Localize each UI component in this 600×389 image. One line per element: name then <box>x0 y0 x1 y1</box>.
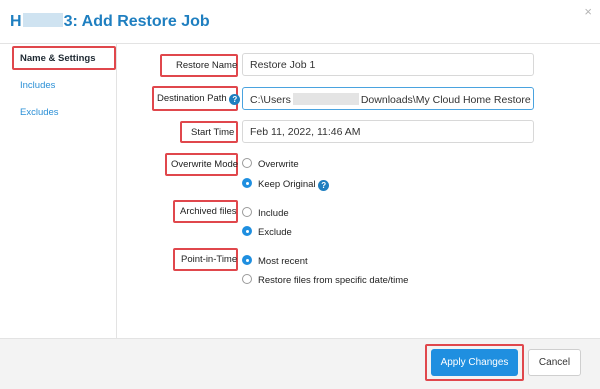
destination-path-input[interactable]: C:\Users Downloads\My Cloud Home Restore <box>242 87 534 110</box>
title-suffix: 3: Add Restore Job <box>63 13 210 30</box>
start-time-label: Start Time <box>191 127 235 138</box>
overwrite-option-label: Overwrite <box>258 159 299 170</box>
exclude-option-label: Exclude <box>258 227 292 238</box>
radio-specific-date[interactable] <box>242 274 252 284</box>
sidebar-item-includes[interactable]: Includes <box>20 80 55 91</box>
start-time-input[interactable]: Feb 11, 2022, 11:46 AM <box>242 120 534 143</box>
restore-name-label: Restore Name <box>176 60 238 71</box>
overwrite-mode-label: Overwrite Mode <box>171 159 239 170</box>
sidebar-item-name-settings[interactable]: Name & Settings <box>20 53 96 64</box>
archived-files-label: Archived files <box>180 206 237 217</box>
dialog-title: H 3: Add Restore Job <box>10 13 210 31</box>
help-icon[interactable]: ? <box>318 180 330 191</box>
most-recent-option[interactable]: Most recent <box>242 255 308 267</box>
destination-path-suffix: Downloads\My Cloud Home Restore <box>360 94 531 106</box>
radio-most-recent[interactable] <box>242 255 252 265</box>
overwrite-option[interactable]: Overwrite <box>242 158 299 170</box>
close-icon[interactable]: × <box>584 4 592 19</box>
keep-original-option[interactable]: Keep Original ? <box>242 178 330 191</box>
radio-overwrite[interactable] <box>242 158 252 168</box>
destination-path-label: Destination Path ? <box>157 93 241 105</box>
keep-original-option-label: Keep Original <box>258 179 316 190</box>
help-icon[interactable]: ? <box>229 94 241 105</box>
apply-changes-button[interactable]: Apply Changes <box>431 349 518 376</box>
redacted-block <box>22 13 63 27</box>
dialog-header: H 3: Add Restore Job × <box>0 0 600 44</box>
include-option-label: Include <box>258 208 289 219</box>
specific-date-option-label: Restore files from specific date/time <box>258 275 409 286</box>
destination-path-prefix: C:\Users <box>250 94 291 106</box>
cancel-button[interactable]: Cancel <box>528 349 581 376</box>
title-prefix: H <box>10 13 22 30</box>
exclude-option[interactable]: Exclude <box>242 226 292 238</box>
redacted-block <box>292 93 359 105</box>
radio-exclude[interactable] <box>242 226 252 236</box>
radio-keep-original[interactable] <box>242 178 252 188</box>
radio-include[interactable] <box>242 207 252 217</box>
destination-path-label-text: Destination Path <box>157 93 227 104</box>
specific-date-option[interactable]: Restore files from specific date/time <box>242 274 408 286</box>
include-option[interactable]: Include <box>242 207 289 219</box>
restore-name-input[interactable]: Restore Job 1 <box>242 53 534 76</box>
point-in-time-label: Point-in-Time <box>181 254 238 265</box>
sidebar-item-excludes[interactable]: Excludes <box>20 107 59 118</box>
sidebar <box>0 44 117 338</box>
most-recent-option-label: Most recent <box>258 256 308 267</box>
